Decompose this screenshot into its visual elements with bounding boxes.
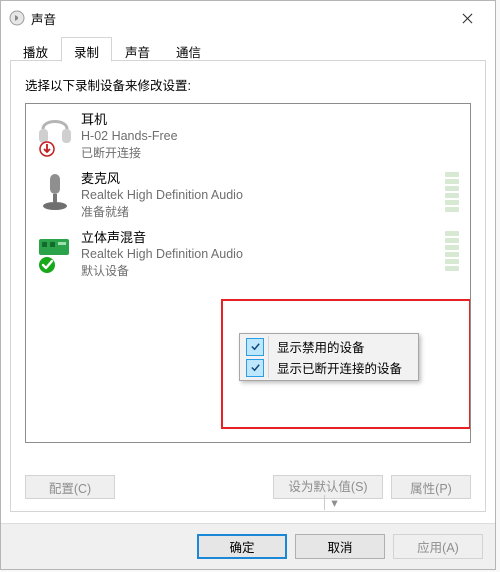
device-subtitle: Realtek High Definition Audio: [81, 187, 243, 204]
set-default-button[interactable]: 设为默认值(S) ▾: [273, 475, 383, 499]
check-icon: [246, 359, 264, 377]
cancel-button[interactable]: 取消: [295, 534, 385, 559]
menu-item-show-disconnected[interactable]: 显示已断开连接的设备: [242, 357, 416, 378]
sound-dialog: 声音 播放 录制 声音 通信 选择以下录制设备来修改设置:: [0, 0, 496, 570]
tab-comm[interactable]: 通信: [163, 37, 214, 61]
microphone-icon: [35, 170, 75, 216]
tab-play[interactable]: 播放: [10, 37, 61, 61]
close-icon: [462, 13, 473, 24]
close-button[interactable]: [447, 4, 487, 32]
dialog-footer: 确定 取消 应用(A): [1, 523, 495, 569]
device-item-microphone[interactable]: 麦克风 Realtek High Definition Audio 准备就绪: [29, 166, 467, 225]
device-status: 默认设备: [81, 263, 243, 280]
device-subtitle: H-02 Hands-Free: [81, 128, 178, 145]
device-status: 已断开连接: [81, 145, 178, 162]
device-list[interactable]: 耳机 H-02 Hands-Free 已断开连接 麦克风 Realtek Hig…: [25, 103, 471, 443]
properties-button[interactable]: 属性(P): [391, 475, 471, 499]
device-status: 准备就绪: [81, 204, 243, 221]
menu-item-label: 显示已断开连接的设备: [277, 358, 402, 377]
headset-icon: [35, 111, 75, 157]
tab-record[interactable]: 录制: [61, 37, 112, 62]
tab-strip: 播放 录制 声音 通信: [1, 37, 495, 61]
record-tab-panel: 选择以下录制设备来修改设置: 耳机 H-02 Hands-Free 已: [10, 61, 486, 512]
soundcard-icon: [35, 229, 75, 275]
device-item-stereomix[interactable]: 立体声混音 Realtek High Definition Audio 默认设备: [29, 225, 467, 284]
ok-button[interactable]: 确定: [197, 534, 287, 559]
level-meter: [445, 231, 459, 271]
tab-sound[interactable]: 声音: [112, 37, 163, 61]
context-menu: 显示禁用的设备 显示已断开连接的设备: [239, 333, 419, 381]
set-default-label: 设为默认值(S): [288, 480, 367, 494]
check-icon: [246, 338, 264, 356]
device-title: 立体声混音: [81, 229, 243, 246]
chevron-down-icon: ▾: [324, 495, 337, 510]
device-title: 耳机: [81, 111, 178, 128]
titlebar: 声音: [1, 1, 495, 35]
menu-item-label: 显示禁用的设备: [277, 337, 365, 356]
level-meter: [445, 172, 459, 212]
apply-button[interactable]: 应用(A): [393, 534, 483, 559]
window-title: 声音: [31, 9, 447, 28]
panel-description: 选择以下录制设备来修改设置:: [25, 75, 471, 94]
device-title: 麦克风: [81, 170, 243, 187]
app-icon: [9, 10, 25, 26]
menu-item-show-disabled[interactable]: 显示禁用的设备: [242, 336, 416, 357]
configure-button[interactable]: 配置(C): [25, 475, 115, 499]
device-subtitle: Realtek High Definition Audio: [81, 246, 243, 263]
device-item-headset[interactable]: 耳机 H-02 Hands-Free 已断开连接: [29, 107, 467, 166]
panel-buttons: 配置(C) 设为默认值(S) ▾ 属性(P): [25, 475, 471, 499]
